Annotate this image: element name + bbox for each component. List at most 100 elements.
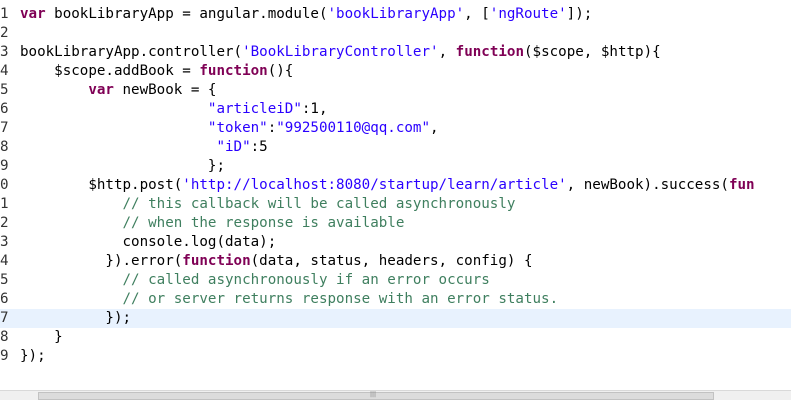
line-number: 9 [0, 348, 8, 364]
code-text[interactable]: "token":"992500110@qq.com", [20, 119, 439, 138]
code-text[interactable]: $http.post('http://localhost:8080/startu… [20, 176, 755, 195]
code-token: (data, status, headers, config) { [250, 253, 533, 269]
line-number: 3 [0, 234, 8, 250]
code-line[interactable]: 1 // this callback will be called asynch… [0, 195, 791, 214]
code-text[interactable]: $scope.addBook = function(){ [20, 62, 293, 81]
code-line[interactable]: 2 // when the response is available [0, 214, 791, 233]
code-text[interactable]: }); [20, 309, 131, 328]
code-token: // this callback will be called asynchro… [122, 196, 516, 212]
code-text[interactable]: var newBook = { [20, 81, 216, 100]
code-token: } [20, 329, 63, 345]
code-token: bookLibraryApp = angular.module( [45, 6, 328, 22]
code-token: : [267, 120, 277, 136]
code-text[interactable]: console.log(data); [20, 233, 276, 252]
scrollbar-grip-icon: ||| [370, 391, 377, 398]
code-text[interactable]: } [20, 328, 63, 347]
code-token: :1, [301, 101, 328, 117]
code-editor[interactable]: 1 var bookLibraryApp = angular.module('bo… [0, 0, 791, 390]
code-token: 'ngRoute' [489, 6, 567, 22]
code-line[interactable]: 5 var newBook = { [0, 81, 791, 100]
code-token: var [88, 82, 114, 98]
line-number: 2 [0, 215, 8, 231]
code-line[interactable]: 8 "iD":5 [0, 138, 791, 157]
code-token: "992500110@qq.com" [276, 120, 431, 136]
code-text[interactable]: // called asynchronously if an error occ… [20, 271, 490, 290]
code-token: }); [20, 348, 46, 364]
code-token: newBook = { [113, 82, 217, 98]
code-token: , [438, 44, 456, 60]
line-number: 6 [0, 101, 8, 117]
code-token: // or server returns response with an er… [122, 291, 559, 307]
code-text[interactable]: // this callback will be called asynchro… [20, 195, 516, 214]
code-token: , [430, 120, 439, 136]
line-number: 2 [0, 25, 8, 41]
code-token: 'bookLibraryApp' [327, 6, 465, 22]
code-text[interactable]: "iD":5 [20, 138, 268, 157]
code-token: (){ [267, 63, 294, 79]
code-text[interactable]: }; [20, 157, 225, 176]
line-number: 3 [0, 44, 8, 60]
horizontal-scrollbar[interactable]: ||| [0, 390, 791, 400]
code-token: function [199, 63, 268, 79]
code-token: }; [20, 158, 225, 174]
code-token: $scope.addBook = [20, 63, 200, 79]
code-token: }).error( [20, 253, 183, 269]
code-line[interactable]: 9 }; [0, 157, 791, 176]
code-line[interactable]: 4 }).error(function(data, status, header… [0, 252, 791, 271]
code-token: , [ [464, 6, 490, 22]
code-text[interactable]: bookLibraryApp.controller('BookLibraryCo… [20, 43, 661, 62]
code-token: "token" [207, 120, 268, 136]
code-token: function [182, 253, 251, 269]
code-token: 'http://localhost:8080/startup/learn/art… [182, 177, 567, 193]
code-token: }); [20, 310, 132, 326]
code-text[interactable]: }); [20, 347, 46, 366]
code-line[interactable]: 2 [0, 24, 791, 43]
code-token: bookLibraryApp.controller( [20, 44, 243, 60]
line-number: 8 [0, 329, 8, 345]
code-text[interactable]: // or server returns response with an er… [20, 290, 559, 309]
code-line[interactable]: 9}); [0, 347, 791, 366]
code-token: $http.post( [20, 177, 183, 193]
code-token: // called asynchronously if an error occ… [122, 272, 490, 288]
code-text[interactable]: }).error(function(data, status, headers,… [20, 252, 533, 271]
code-token: , newBook).success( [566, 177, 729, 193]
code-line[interactable]: 1 var bookLibraryApp = angular.module('bo… [0, 5, 791, 24]
code-token: 'BookLibraryController' [242, 44, 439, 60]
code-line[interactable]: 4 $scope.addBook = function(){ [0, 62, 791, 81]
line-number: 0 [0, 177, 8, 193]
code-line[interactable]: 3 bookLibraryApp.controller('BookLibraryC… [0, 43, 791, 62]
code-line[interactable]: 3 console.log(data); [0, 233, 791, 252]
code-token: :5 [250, 139, 268, 155]
code-text[interactable]: "articleiD":1, [20, 100, 328, 119]
line-number: 7 [0, 310, 8, 326]
line-number: 1 [0, 196, 8, 212]
code-text[interactable]: // when the response is available [20, 214, 405, 233]
code-line[interactable]: 5 // called asynchronously if an error o… [0, 271, 791, 290]
code-line[interactable]: 0 $http.post('http://localhost:8080/star… [0, 176, 791, 195]
code-line[interactable]: 7 "token":"992500110@qq.com", [0, 119, 791, 138]
code-line[interactable]: 7 }); [0, 309, 791, 328]
code-line[interactable]: 8 } [0, 328, 791, 347]
code-token: fun [728, 177, 755, 193]
line-number: 7 [0, 120, 8, 136]
code-token: var [20, 6, 46, 22]
line-number: 9 [0, 158, 8, 174]
line-number: 4 [0, 253, 8, 269]
code-token: "iD" [216, 139, 251, 155]
code-line[interactable]: 6 "articleiD":1, [0, 100, 791, 119]
code-text[interactable]: var bookLibraryApp = angular.module('boo… [20, 5, 592, 24]
line-number: 6 [0, 291, 8, 307]
code-token: "articleiD" [207, 101, 302, 117]
line-number: 5 [0, 272, 8, 288]
code-line[interactable]: 6 // or server returns response with an … [0, 290, 791, 309]
line-number: 1 [0, 6, 8, 22]
code-token: function [455, 44, 524, 60]
